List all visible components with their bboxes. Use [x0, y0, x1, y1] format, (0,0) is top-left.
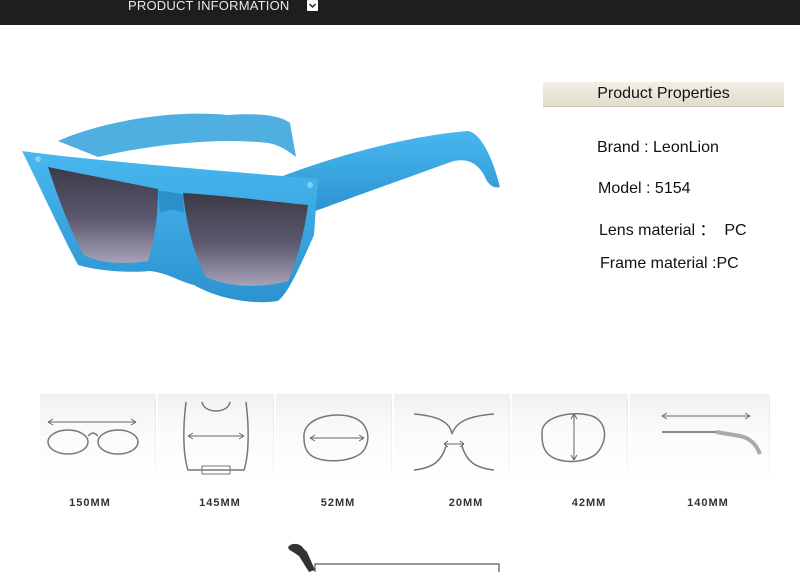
dimension-cell-bridge-width	[394, 394, 510, 482]
dimension-label-frame-width: 150MM	[69, 497, 111, 509]
dimension-label-temple-length: 140MM	[687, 497, 729, 509]
lens-width-icon	[303, 414, 369, 462]
property-frame-material: Frame material :PC	[600, 255, 739, 272]
dimension-cell-temple-spread	[158, 394, 274, 482]
dimension-label-temple-spread: 145MM	[199, 497, 241, 509]
dimension-cell-lens-height	[512, 394, 628, 482]
property-lens-material: Lens material ： PC	[599, 222, 747, 239]
sunglasses-product-image	[22, 113, 500, 303]
chevron-down-icon[interactable]	[307, 0, 318, 11]
dimension-diagram-strip	[40, 394, 770, 482]
dimension-cell-frame-width	[40, 394, 156, 482]
temple-spread-icon	[183, 401, 249, 475]
property-brand: Brand : LeonLion	[597, 139, 719, 156]
product-properties-title: Product Properties	[597, 85, 730, 102]
section-header-bar: PRODUCT INFORMATION	[0, 0, 800, 25]
dimension-label-lens-height: 42MM	[571, 497, 607, 509]
frame-width-icon	[47, 418, 139, 455]
temple-length-icon	[661, 412, 762, 455]
dimension-label-lens-width: 52MM	[320, 497, 356, 509]
back-temple-arm	[58, 113, 296, 157]
bridge-width-icon	[413, 413, 495, 471]
lens-height-icon	[541, 413, 606, 463]
property-model: Model : 5154	[598, 180, 691, 197]
dimension-label-bridge-width: 20MM	[448, 497, 484, 509]
pushpin-icon	[288, 543, 500, 572]
dimension-cell-lens-width	[276, 394, 392, 482]
section-title: PRODUCT INFORMATION	[128, 0, 290, 13]
dimension-cell-temple-length	[630, 394, 770, 482]
product-properties-header: Product Properties	[543, 82, 784, 107]
